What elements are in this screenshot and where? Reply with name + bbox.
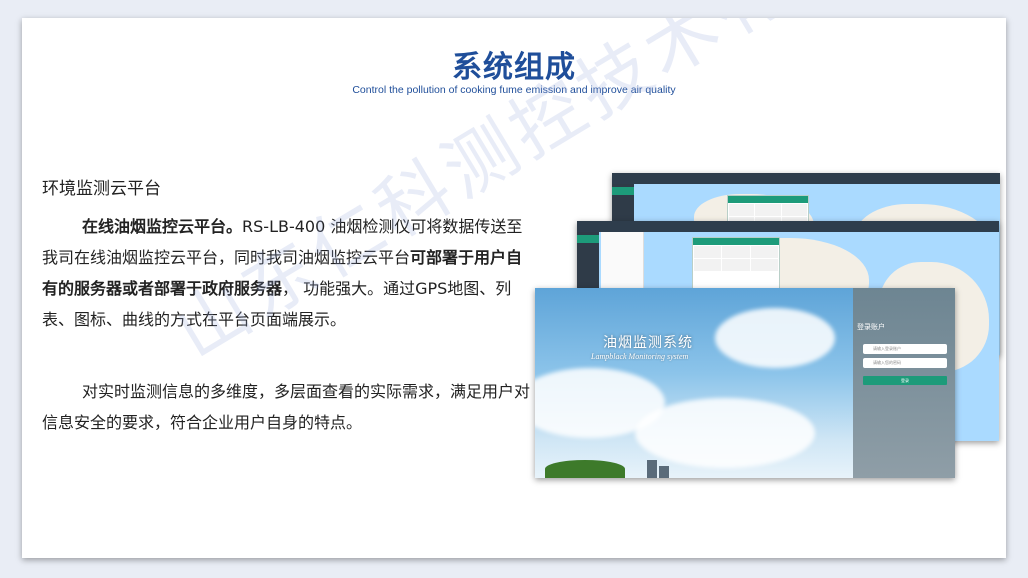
cloud: [715, 308, 835, 368]
grid-cell: [750, 246, 778, 258]
bold-phrase-1: 在线油烟监控云平台。: [82, 217, 243, 236]
login-title: 登录账户: [857, 323, 885, 331]
paragraph-1: 在线油烟监控云平台。RS-LB-400 油烟检测仪可将数据传送至我司在线油烟监控…: [42, 211, 532, 335]
cloud: [635, 398, 815, 468]
sidebar-item: [577, 257, 599, 265]
grass-decoration: [545, 460, 625, 478]
slide: 系统组成 Control the pollution of cooking fu…: [22, 18, 1006, 558]
grid-cell: [750, 259, 778, 271]
login-app-title: 油烟监测系统: [603, 335, 693, 351]
building-decoration: [659, 466, 669, 478]
slide-subtitle: Control the pollution of cooking fume em…: [352, 84, 676, 96]
platform-topbar: [577, 221, 999, 232]
grid-cell: [755, 204, 781, 216]
sidebar-item: [612, 198, 634, 206]
paragraph-2: 对实时监测信息的多维度，多层面查看的实际需求，满足用户对信息安全的要求，符合企业…: [42, 376, 532, 438]
sidebar-item: [577, 268, 599, 276]
grid-cell: [781, 204, 807, 216]
login-app-subtitle: Lampblack Monitoring system: [591, 352, 689, 361]
building-decoration: [647, 460, 657, 478]
section-heading: 环境监测云平台: [42, 179, 161, 199]
login-background: 油烟监测系统 Lampblack Monitoring system: [535, 288, 853, 478]
paragraph-2-text: 对实时监测信息的多维度，多层面查看的实际需求，满足用户对信息安全的要求，符合企业…: [42, 382, 531, 432]
platform-topbar: [612, 173, 1000, 184]
sidebar-item: [577, 246, 599, 254]
platform-login-screenshot: 油烟监测系统 Lampblack Monitoring system 登录账户 …: [535, 288, 955, 478]
grid-cell: [729, 204, 755, 216]
grid-cell: [722, 246, 750, 258]
sidebar-item: [612, 209, 634, 217]
grid-cell: [722, 259, 750, 271]
slide-title: 系统组成: [452, 50, 576, 85]
panel-header: [693, 238, 779, 245]
sidebar-item: [577, 235, 599, 243]
login-button: 登录: [863, 376, 947, 385]
login-panel: 登录账户 请输入登录账户 请输入您的密码 登录: [853, 288, 955, 478]
panel-header: [728, 196, 808, 203]
panel-grid: [693, 245, 779, 272]
grid-cell: [694, 246, 722, 258]
sidebar-item: [612, 187, 634, 195]
grid-cell: [694, 259, 722, 271]
username-field: 请输入登录账户: [863, 344, 947, 354]
password-field: 请输入您的密码: [863, 358, 947, 368]
device-panel: [692, 237, 780, 295]
